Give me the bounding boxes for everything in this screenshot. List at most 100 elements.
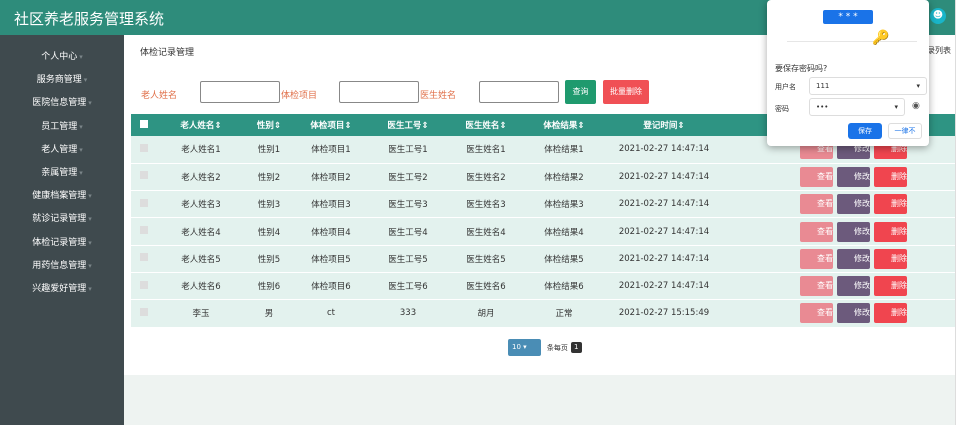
column-header[interactable]: 性别⇕: [245, 114, 293, 136]
sidebar-item[interactable]: 服务商管理 ▾: [0, 72, 124, 85]
table-cell: 正常: [525, 299, 603, 328]
delete-button[interactable]: 删除: [874, 221, 907, 242]
column-header[interactable]: 医生工号⇕: [369, 114, 447, 136]
table-cell: 性别4: [245, 217, 293, 246]
view-button[interactable]: 查看: [800, 276, 833, 297]
doctor-name-input[interactable]: [479, 81, 559, 103]
delete-button[interactable]: 删除: [874, 248, 907, 269]
table-cell: 体检结果3: [525, 190, 603, 219]
table-cell: 体检结果4: [525, 217, 603, 246]
table-cell: 2021-02-27 15:15:49: [603, 299, 725, 328]
row-checkbox[interactable]: [131, 217, 157, 246]
table-cell: 胡月: [447, 299, 525, 328]
sidebar-item[interactable]: 医院信息管理 ▾: [0, 95, 124, 108]
table-cell: 体检项目1: [293, 136, 369, 164]
table-row: 李玉男 ct 333 胡月 正常 2021-02-27 15:15:49 查看 修改 删除: [131, 299, 955, 328]
exam-item-input[interactable]: [339, 81, 419, 103]
elder-name-input[interactable]: [200, 81, 280, 103]
sidebar-item-label: 就诊记录管理: [32, 214, 87, 225]
table-cell: 性别1: [245, 136, 293, 164]
delete-button[interactable]: 删除: [874, 303, 907, 324]
column-header-label: 医生工号: [387, 121, 422, 131]
caret-down-icon: ▾: [88, 285, 92, 293]
sort-icon: ⇕: [577, 121, 585, 131]
row-actions: 查看 修改 删除: [725, 299, 955, 328]
sidebar-item[interactable]: 个人中心 ▾: [0, 49, 124, 62]
sidebar-item[interactable]: 员工管理 ▾: [0, 119, 124, 132]
row-checkbox[interactable]: [131, 245, 157, 273]
view-button[interactable]: 查看: [800, 194, 833, 215]
delete-button[interactable]: 删除: [874, 194, 907, 215]
username-field[interactable]: 111 ▾: [809, 77, 927, 95]
view-button[interactable]: 查看: [800, 248, 833, 269]
sidebar-item[interactable]: 就诊记录管理 ▾: [0, 211, 124, 224]
column-header[interactable]: 老人姓名⇕: [157, 114, 245, 136]
scrollbar[interactable]: [955, 0, 976, 425]
dropdown-icon: ▾: [916, 82, 920, 90]
table-row: 老人姓名5 性别5 体检项目5 医生工号5 医生姓名5 体检结果5 2021-02-27 1…: [131, 245, 955, 273]
row-checkbox[interactable]: [131, 163, 157, 192]
table-cell: 体检结果6: [525, 272, 603, 301]
table-cell: 男: [245, 299, 293, 328]
view-button[interactable]: 查看: [800, 303, 833, 324]
password-field[interactable]: ••• ▾: [809, 98, 905, 116]
row-checkbox[interactable]: [131, 136, 157, 164]
page-size-value: 10: [512, 343, 521, 351]
view-button[interactable]: 查看: [800, 221, 833, 242]
column-header-label: 登记时间: [643, 121, 678, 131]
table-cell: 医生姓名4: [447, 217, 525, 246]
page-1-button[interactable]: 1: [570, 342, 582, 353]
sidebar-item-label: 医院信息管理: [32, 98, 87, 109]
row-actions: 查看 修改 删除: [725, 190, 955, 219]
table-cell: 医生姓名1: [447, 136, 525, 164]
sidebar-item[interactable]: 健康档案管理 ▾: [0, 188, 124, 201]
popup-question: 要保存密码吗?: [775, 64, 828, 73]
view-button[interactable]: 查看: [800, 166, 833, 187]
column-header[interactable]: 体检结果⇕: [525, 114, 603, 136]
column-header-label: 老人姓名: [180, 121, 215, 131]
sort-icon: ⇕: [421, 121, 429, 131]
edit-button[interactable]: 修改: [837, 166, 870, 187]
table-cell: 医生姓名6: [447, 272, 525, 301]
sidebar-item[interactable]: 老人管理 ▾: [0, 142, 124, 155]
row-checkbox[interactable]: [131, 272, 157, 301]
sidebar-item-label: 健康档案管理: [32, 191, 87, 202]
sort-icon: ⇕: [499, 121, 507, 131]
delete-button[interactable]: 删除: [874, 276, 907, 297]
column-header[interactable]: 体检项目⇕: [293, 114, 369, 136]
sidebar-item-label: 体检记录管理: [32, 237, 87, 248]
never-button[interactable]: 一律不: [888, 123, 922, 139]
column-header-label: 体检项目: [310, 121, 345, 131]
row-checkbox[interactable]: [131, 299, 157, 328]
eye-icon[interactable]: ◉: [912, 101, 920, 111]
user-icon[interactable]: ☻: [930, 8, 946, 24]
select-all-checkbox[interactable]: [131, 114, 157, 136]
sidebar-item[interactable]: 兴趣爱好管理 ▾: [0, 281, 124, 294]
edit-button[interactable]: 修改: [837, 221, 870, 242]
page-size-select[interactable]: 10 ▾: [508, 339, 541, 356]
breadcrumb[interactable]: 录列表: [927, 45, 951, 56]
sidebar-item[interactable]: 体检记录管理 ▾: [0, 235, 124, 248]
edit-button[interactable]: 修改: [837, 303, 870, 324]
save-button[interactable]: 保存: [848, 123, 882, 139]
edit-button[interactable]: 修改: [837, 194, 870, 215]
caret-down-icon: ▾: [88, 261, 92, 270]
sidebar-item-label: 兴趣爱好管理: [32, 284, 87, 294]
table-cell: 医生姓名5: [447, 245, 525, 273]
edit-button[interactable]: 修改: [837, 248, 870, 269]
search-button[interactable]: 查询: [565, 80, 596, 104]
column-header[interactable]: 登记时间⇕: [603, 114, 725, 136]
edit-button[interactable]: 修改: [837, 276, 870, 297]
delete-button[interactable]: 删除: [874, 166, 907, 187]
sidebar-item[interactable]: 亲属管理 ▾: [0, 165, 124, 178]
table-cell: 2021-02-27 14:47:14: [603, 190, 725, 219]
column-header[interactable]: 医生姓名⇕: [447, 114, 525, 136]
sort-icon: ⇕: [344, 121, 352, 131]
row-actions: 查看 修改 删除: [725, 217, 955, 246]
table-cell: 体检结果2: [525, 163, 603, 192]
username-value: 111: [816, 82, 830, 90]
row-checkbox[interactable]: [131, 190, 157, 219]
table-cell: 老人姓名6: [157, 272, 245, 301]
batch-delete-button[interactable]: 批量删除: [603, 80, 649, 104]
sidebar-item[interactable]: 用药信息管理 ▾: [0, 258, 124, 271]
